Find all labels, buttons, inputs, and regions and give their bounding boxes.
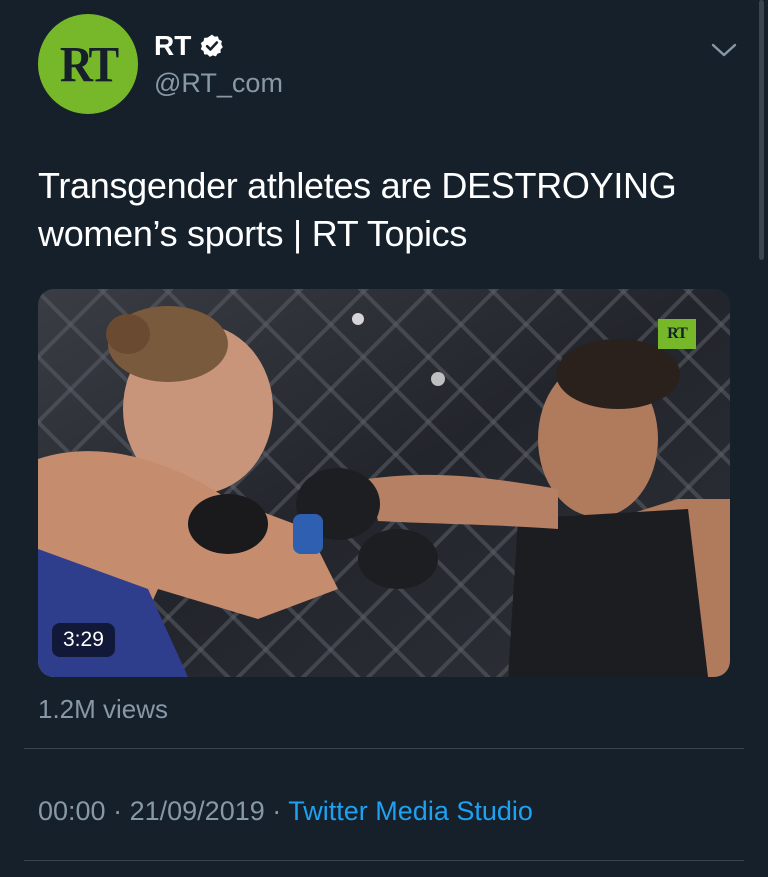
video-thumbnail: [38, 289, 730, 677]
author-name-row[interactable]: RT: [154, 30, 225, 62]
tweet-source-link[interactable]: Twitter Media Studio: [288, 796, 533, 826]
tweet-meta: 00:00 · 21/09/2019 · Twitter Media Studi…: [38, 796, 533, 827]
meta-separator: ·: [113, 796, 123, 826]
meta-separator: ·: [272, 796, 282, 826]
tweet-text: Transgender athletes are DESTROYING wome…: [38, 165, 677, 254]
avatar-logo: RT: [59, 35, 119, 93]
video-player[interactable]: RT 3:29: [38, 289, 730, 677]
verified-badge-icon: [201, 34, 224, 57]
scrollbar[interactable]: [759, 0, 764, 260]
view-count: 1.2M views: [38, 694, 169, 724]
author-name[interactable]: RT: [154, 30, 191, 62]
rt-watermark-logo: RT: [658, 319, 696, 349]
video-duration-badge: 3:29: [52, 623, 115, 657]
avatar[interactable]: RT: [38, 14, 138, 114]
author-handle[interactable]: @RT_com: [154, 68, 283, 99]
divider: [24, 748, 744, 749]
tweet-date[interactable]: 21/09/2019: [130, 796, 265, 826]
chevron-down-icon[interactable]: [710, 40, 738, 60]
tweet-time[interactable]: 00:00: [38, 796, 106, 826]
divider: [24, 860, 744, 861]
tweet-header: RT RT @RT_com: [38, 14, 738, 116]
